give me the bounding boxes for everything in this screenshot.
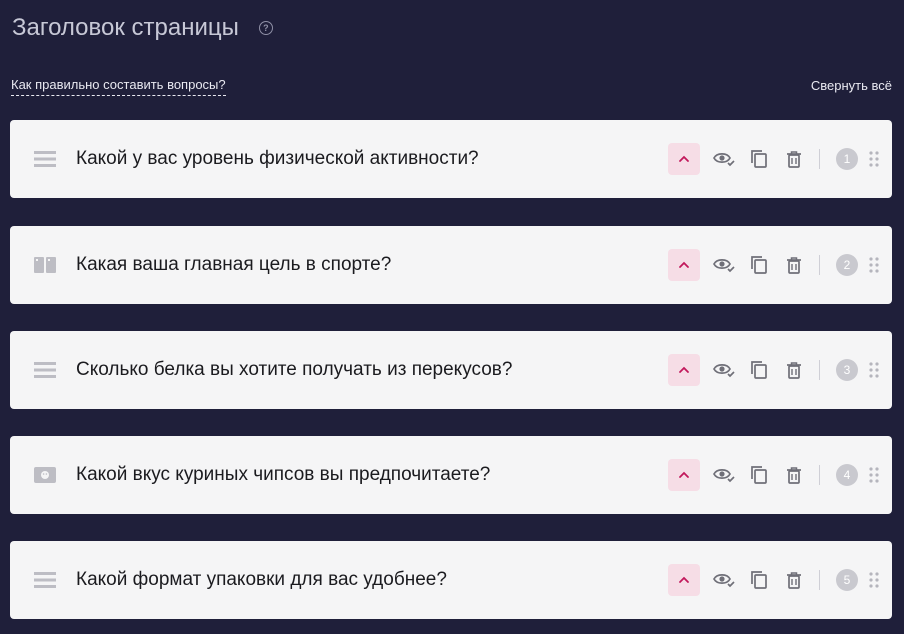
duplicate-button[interactable] — [748, 464, 770, 486]
question-number-badge: 3 — [836, 359, 858, 381]
emoji-image-icon — [34, 466, 56, 484]
trash-icon — [787, 362, 801, 379]
how-to-questions-link[interactable]: Как правильно составить вопросы? — [11, 77, 226, 96]
collapse-question-button[interactable] — [668, 564, 700, 596]
question-actions: 3 — [668, 354, 880, 386]
drag-handle-icon[interactable] — [868, 361, 880, 379]
drag-handle-icon[interactable] — [868, 150, 880, 168]
question-card[interactable]: Какая ваша главная цель в спорте? 2 — [10, 226, 892, 304]
divider — [819, 360, 820, 380]
list-icon — [34, 150, 56, 168]
question-text[interactable]: Какой формат упаковки для вас удобнее? — [76, 569, 668, 591]
delete-button[interactable] — [783, 464, 805, 486]
divider — [819, 465, 820, 485]
eye-check-icon — [713, 574, 735, 588]
help-circle-icon[interactable]: ? — [258, 21, 273, 35]
delete-button[interactable] — [783, 148, 805, 170]
question-number-badge: 5 — [836, 569, 858, 591]
page-header: Заголовок страницы ? — [12, 14, 273, 42]
list-icon — [34, 361, 56, 379]
drag-handle-icon[interactable] — [868, 256, 880, 274]
eye-check-icon — [713, 153, 735, 167]
question-card[interactable]: Какой формат упаковки для вас удобнее? 5 — [10, 541, 892, 619]
question-text[interactable]: Какой у вас уровень физической активност… — [76, 148, 668, 170]
duplicate-button[interactable] — [748, 254, 770, 276]
drag-handle-icon[interactable] — [868, 571, 880, 589]
question-actions: 1 — [668, 143, 880, 175]
chevron-up-icon — [679, 576, 689, 583]
question-text[interactable]: Сколько белка вы хотите получать из пере… — [76, 359, 668, 381]
question-card[interactable]: Какой у вас уровень физической активност… — [10, 120, 892, 198]
collapse-question-button[interactable] — [668, 249, 700, 281]
trash-icon — [787, 257, 801, 274]
divider — [819, 149, 820, 169]
question-card[interactable]: Какой вкус куриных чипсов вы предпочитае… — [10, 436, 892, 514]
eye-check-icon — [713, 364, 735, 378]
visibility-button[interactable] — [713, 359, 735, 381]
delete-button[interactable] — [783, 254, 805, 276]
collapse-question-button[interactable] — [668, 459, 700, 491]
trash-icon — [787, 151, 801, 168]
drag-handle-icon[interactable] — [868, 466, 880, 484]
question-number-badge: 2 — [836, 254, 858, 276]
copy-icon — [751, 361, 767, 379]
visibility-button[interactable] — [713, 569, 735, 591]
question-actions: 4 — [668, 459, 880, 491]
eye-check-icon — [713, 259, 735, 273]
question-actions: 2 — [668, 249, 880, 281]
delete-button[interactable] — [783, 359, 805, 381]
trash-icon — [787, 467, 801, 484]
question-text[interactable]: Какой вкус куриных чипсов вы предпочитае… — [76, 464, 668, 486]
question-card[interactable]: Сколько белка вы хотите получать из пере… — [10, 331, 892, 409]
chevron-up-icon — [679, 261, 689, 268]
chevron-up-icon — [679, 155, 689, 162]
divider — [819, 570, 820, 590]
chevron-up-icon — [679, 471, 689, 478]
question-number-badge: 1 — [836, 148, 858, 170]
question-number-badge: 4 — [836, 464, 858, 486]
divider — [819, 255, 820, 275]
visibility-button[interactable] — [713, 148, 735, 170]
delete-button[interactable] — [783, 569, 805, 591]
question-text[interactable]: Какая ваша главная цель в спорте? — [76, 254, 668, 276]
collapse-all-button[interactable]: Свернуть всё — [811, 78, 892, 93]
question-actions: 5 — [668, 564, 880, 596]
copy-icon — [751, 150, 767, 168]
visibility-button[interactable] — [713, 464, 735, 486]
copy-icon — [751, 466, 767, 484]
copy-icon — [751, 571, 767, 589]
eye-check-icon — [713, 469, 735, 483]
chevron-up-icon — [679, 366, 689, 373]
copy-icon — [751, 256, 767, 274]
visibility-button[interactable] — [713, 254, 735, 276]
duplicate-button[interactable] — [748, 359, 770, 381]
collapse-question-button[interactable] — [668, 143, 700, 175]
trash-icon — [787, 572, 801, 589]
collapse-question-button[interactable] — [668, 354, 700, 386]
columns-icon — [34, 256, 56, 274]
list-icon — [34, 571, 56, 589]
page-title: Заголовок страницы — [12, 14, 239, 41]
duplicate-button[interactable] — [748, 148, 770, 170]
duplicate-button[interactable] — [748, 569, 770, 591]
